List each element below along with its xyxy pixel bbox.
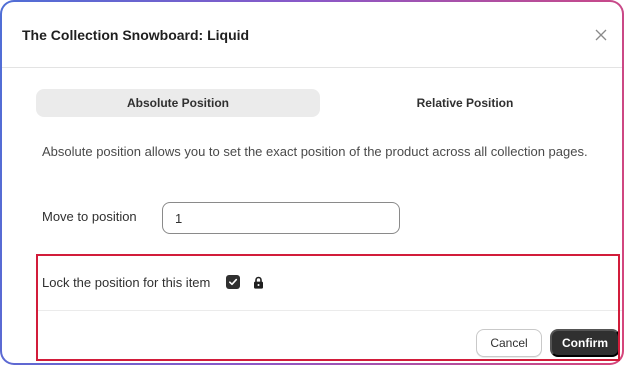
position-dialog: The Collection Snowboard: Liquid Absolut… xyxy=(0,0,624,365)
lock-position-checkbox[interactable] xyxy=(226,275,241,289)
dialog-header: The Collection Snowboard: Liquid xyxy=(2,2,622,68)
dialog-title: The Collection Snowboard: Liquid xyxy=(22,27,250,43)
position-tabs: Absolute Position Relative Position xyxy=(36,89,604,117)
cancel-button[interactable]: Cancel xyxy=(476,329,542,357)
close-icon xyxy=(595,29,607,41)
tab-absolute-position[interactable]: Absolute Position xyxy=(36,89,320,117)
tab-relative-position[interactable]: Relative Position xyxy=(326,89,604,117)
lock-icon xyxy=(252,275,264,289)
lock-position-label: Lock the position for this item xyxy=(42,274,211,290)
footer-divider xyxy=(36,310,622,311)
position-description: Absolute position allows you to set the … xyxy=(42,144,588,159)
move-to-position-label: Move to position xyxy=(42,209,137,224)
move-to-position-input[interactable] xyxy=(162,202,400,234)
confirm-button[interactable]: Confirm xyxy=(550,329,620,357)
checkmark-icon xyxy=(229,278,238,286)
close-button[interactable] xyxy=(590,24,612,46)
lock-position-row: Lock the position for this item xyxy=(42,272,264,292)
